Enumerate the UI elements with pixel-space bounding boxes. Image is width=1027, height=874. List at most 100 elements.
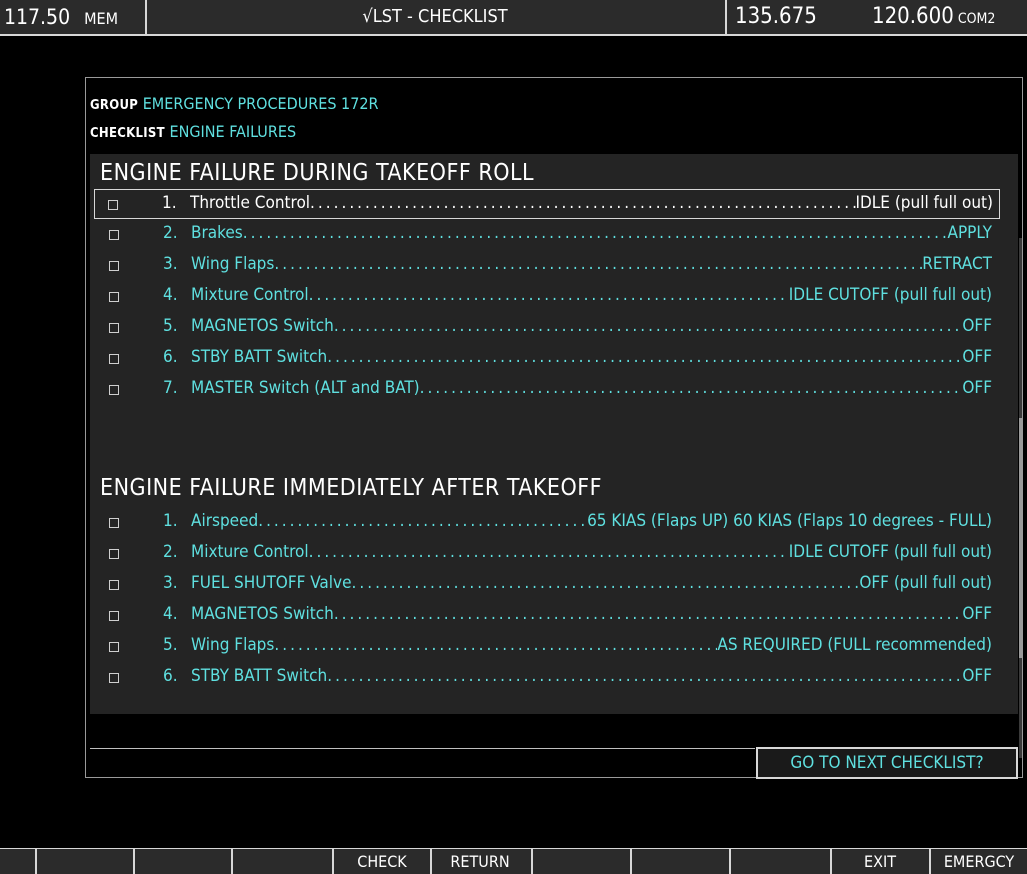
item-number: 3. xyxy=(163,573,178,593)
checkbox[interactable] xyxy=(109,673,119,683)
group-key: GROUP xyxy=(90,98,139,113)
item-action: 65 KIAS (Flaps UP) 60 KIAS (Flaps 10 deg… xyxy=(587,511,992,531)
item-action: IDLE CUTOFF (pull full out) xyxy=(788,542,992,562)
item-number: 1. xyxy=(162,193,177,213)
leader-dots xyxy=(334,604,963,624)
softkey-6[interactable] xyxy=(531,849,629,874)
item-label: MAGNETOS Switch xyxy=(191,316,334,336)
item-action: IDLE CUTOFF (pull full out) xyxy=(788,285,992,305)
item-label: STBY BATT Switch xyxy=(191,666,328,686)
item-action: AS REQUIRED (FULL recommended) xyxy=(717,635,992,655)
softkey-2[interactable] xyxy=(133,849,231,874)
checklist-item[interactable]: 2. Brakes APPLY xyxy=(96,220,998,250)
item-action: IDLE (pull full out) xyxy=(855,193,994,213)
checklist-selector[interactable]: CHECKLIST ENGINE FAILURES xyxy=(90,122,296,141)
checklist-item[interactable]: 4. MAGNETOS Switch OFF xyxy=(96,601,998,631)
checklist-item[interactable]: 7. MASTER Switch (ALT and BAT) OFF xyxy=(96,375,998,405)
item-label: Wing Flaps xyxy=(191,254,275,274)
checklist-item[interactable]: 5. MAGNETOS Switch OFF xyxy=(96,313,998,343)
checklist-value: ENGINE FAILURES xyxy=(169,122,297,141)
checkbox[interactable] xyxy=(109,385,119,395)
item-label: Mixture Control xyxy=(191,542,309,562)
checklist-item[interactable]: 6. STBY BATT Switch OFF xyxy=(96,663,998,693)
item-number: 5. xyxy=(163,316,178,336)
section-title: ENGINE FAILURE DURING TAKEOFF ROLL xyxy=(100,160,535,186)
softkey-bar: CHECK RETURN EXIT EMERGCY xyxy=(0,848,1027,874)
checklist-items: ENGINE FAILURE DURING TAKEOFF ROLL 1. Th… xyxy=(90,154,1022,758)
item-label: Brakes xyxy=(191,223,243,243)
checklist-item[interactable]: 1. Airspeed 65 KIAS (Flaps UP) 60 KIAS (F… xyxy=(96,508,998,538)
item-action: OFF xyxy=(962,378,992,398)
checkbox[interactable] xyxy=(108,200,118,210)
checkbox[interactable] xyxy=(109,580,119,590)
checklist-item[interactable]: 2. Mixture Control IDLE CUTOFF (pull full… xyxy=(96,539,998,569)
item-action: OFF xyxy=(962,666,992,686)
scrollbar-thumb[interactable] xyxy=(1019,418,1022,658)
checklist-item[interactable]: 5. Wing Flaps AS REQUIRED (FULL recommend… xyxy=(96,632,998,662)
softkey-return[interactable]: RETURN xyxy=(430,849,528,874)
item-number: 1. xyxy=(163,511,178,531)
checklist-item[interactable]: 3. FUEL SHUTOFF Valve OFF (pull full out) xyxy=(96,570,998,600)
leader-dots xyxy=(327,666,962,686)
softkey-3[interactable] xyxy=(231,849,329,874)
softkey-exit[interactable]: EXIT xyxy=(830,849,928,874)
item-label: Mixture Control xyxy=(191,285,309,305)
group-selector[interactable]: GROUP EMERGENCY PROCEDURES 172R xyxy=(90,94,379,113)
item-label: Airspeed xyxy=(191,511,259,531)
leader-dots xyxy=(352,573,860,593)
item-label: FUEL SHUTOFF Valve xyxy=(191,573,352,593)
item-number: 4. xyxy=(163,604,178,624)
active-frequency: 120.600 COM2 xyxy=(872,0,995,34)
checklist-item[interactable]: 1. Throttle Control IDLE (pull full out) xyxy=(94,189,1000,219)
leader-dots xyxy=(310,193,855,213)
item-label: Throttle Control xyxy=(190,193,311,213)
item-number: 2. xyxy=(163,542,178,562)
checkbox[interactable] xyxy=(109,261,119,271)
checklist-item[interactable]: 6. STBY BATT Switch OFF xyxy=(96,344,998,374)
softkey-1[interactable] xyxy=(35,849,133,874)
scrollbar[interactable] xyxy=(1019,238,1022,758)
leader-dots xyxy=(420,378,963,398)
item-number: 5. xyxy=(163,635,178,655)
checklist-item[interactable]: 4. Mixture Control IDLE CUTOFF (pull full… xyxy=(96,282,998,312)
item-action: OFF (pull full out) xyxy=(859,573,992,593)
item-action: OFF xyxy=(962,604,992,624)
softkey-check[interactable]: CHECK xyxy=(332,849,430,874)
checkbox[interactable] xyxy=(109,642,119,652)
leader-dots xyxy=(309,285,789,305)
checklist-item[interactable]: 3. Wing Flaps RETRACT xyxy=(96,251,998,281)
active-frequency-value: 120.600 xyxy=(872,4,954,29)
go-to-next-checklist-button[interactable]: GO TO NEXT CHECKLIST? xyxy=(756,747,1018,779)
standby-frequency: 135.675 xyxy=(735,4,817,29)
checkbox[interactable] xyxy=(109,230,119,240)
item-number: 6. xyxy=(163,666,178,686)
item-label: Wing Flaps xyxy=(191,635,275,655)
item-number: 7. xyxy=(163,378,178,398)
item-number: 6. xyxy=(163,347,178,367)
com-label: COM2 xyxy=(957,11,996,27)
top-status-bar: 117.50 MEM √LST - CHECKLIST 135.675 120.6… xyxy=(0,0,1027,36)
mem-label: MEM xyxy=(84,9,119,28)
item-label: STBY BATT Switch xyxy=(191,347,328,367)
checkbox[interactable] xyxy=(109,518,119,528)
item-number: 4. xyxy=(163,285,178,305)
leader-dots xyxy=(258,511,587,531)
softkey-7[interactable] xyxy=(630,849,728,874)
item-action: APPLY xyxy=(947,223,992,243)
leader-dots xyxy=(243,223,948,243)
leader-dots xyxy=(309,542,789,562)
checkbox[interactable] xyxy=(109,549,119,559)
leader-dots xyxy=(327,347,962,367)
com-frequency-left: 117.50 MEM xyxy=(4,0,118,34)
softkey-8[interactable] xyxy=(729,849,827,874)
checkbox[interactable] xyxy=(109,323,119,333)
item-number: 2. xyxy=(163,223,178,243)
section-title: ENGINE FAILURE IMMEDIATELY AFTER TAKEOFF xyxy=(100,475,603,501)
checkbox[interactable] xyxy=(109,354,119,364)
checkbox[interactable] xyxy=(109,611,119,621)
divider xyxy=(725,0,727,34)
leader-dots xyxy=(274,635,717,655)
page-title: √LST - CHECKLIST xyxy=(362,6,508,27)
checkbox[interactable] xyxy=(109,292,119,302)
softkey-emergency[interactable]: EMERGCY xyxy=(929,849,1027,874)
